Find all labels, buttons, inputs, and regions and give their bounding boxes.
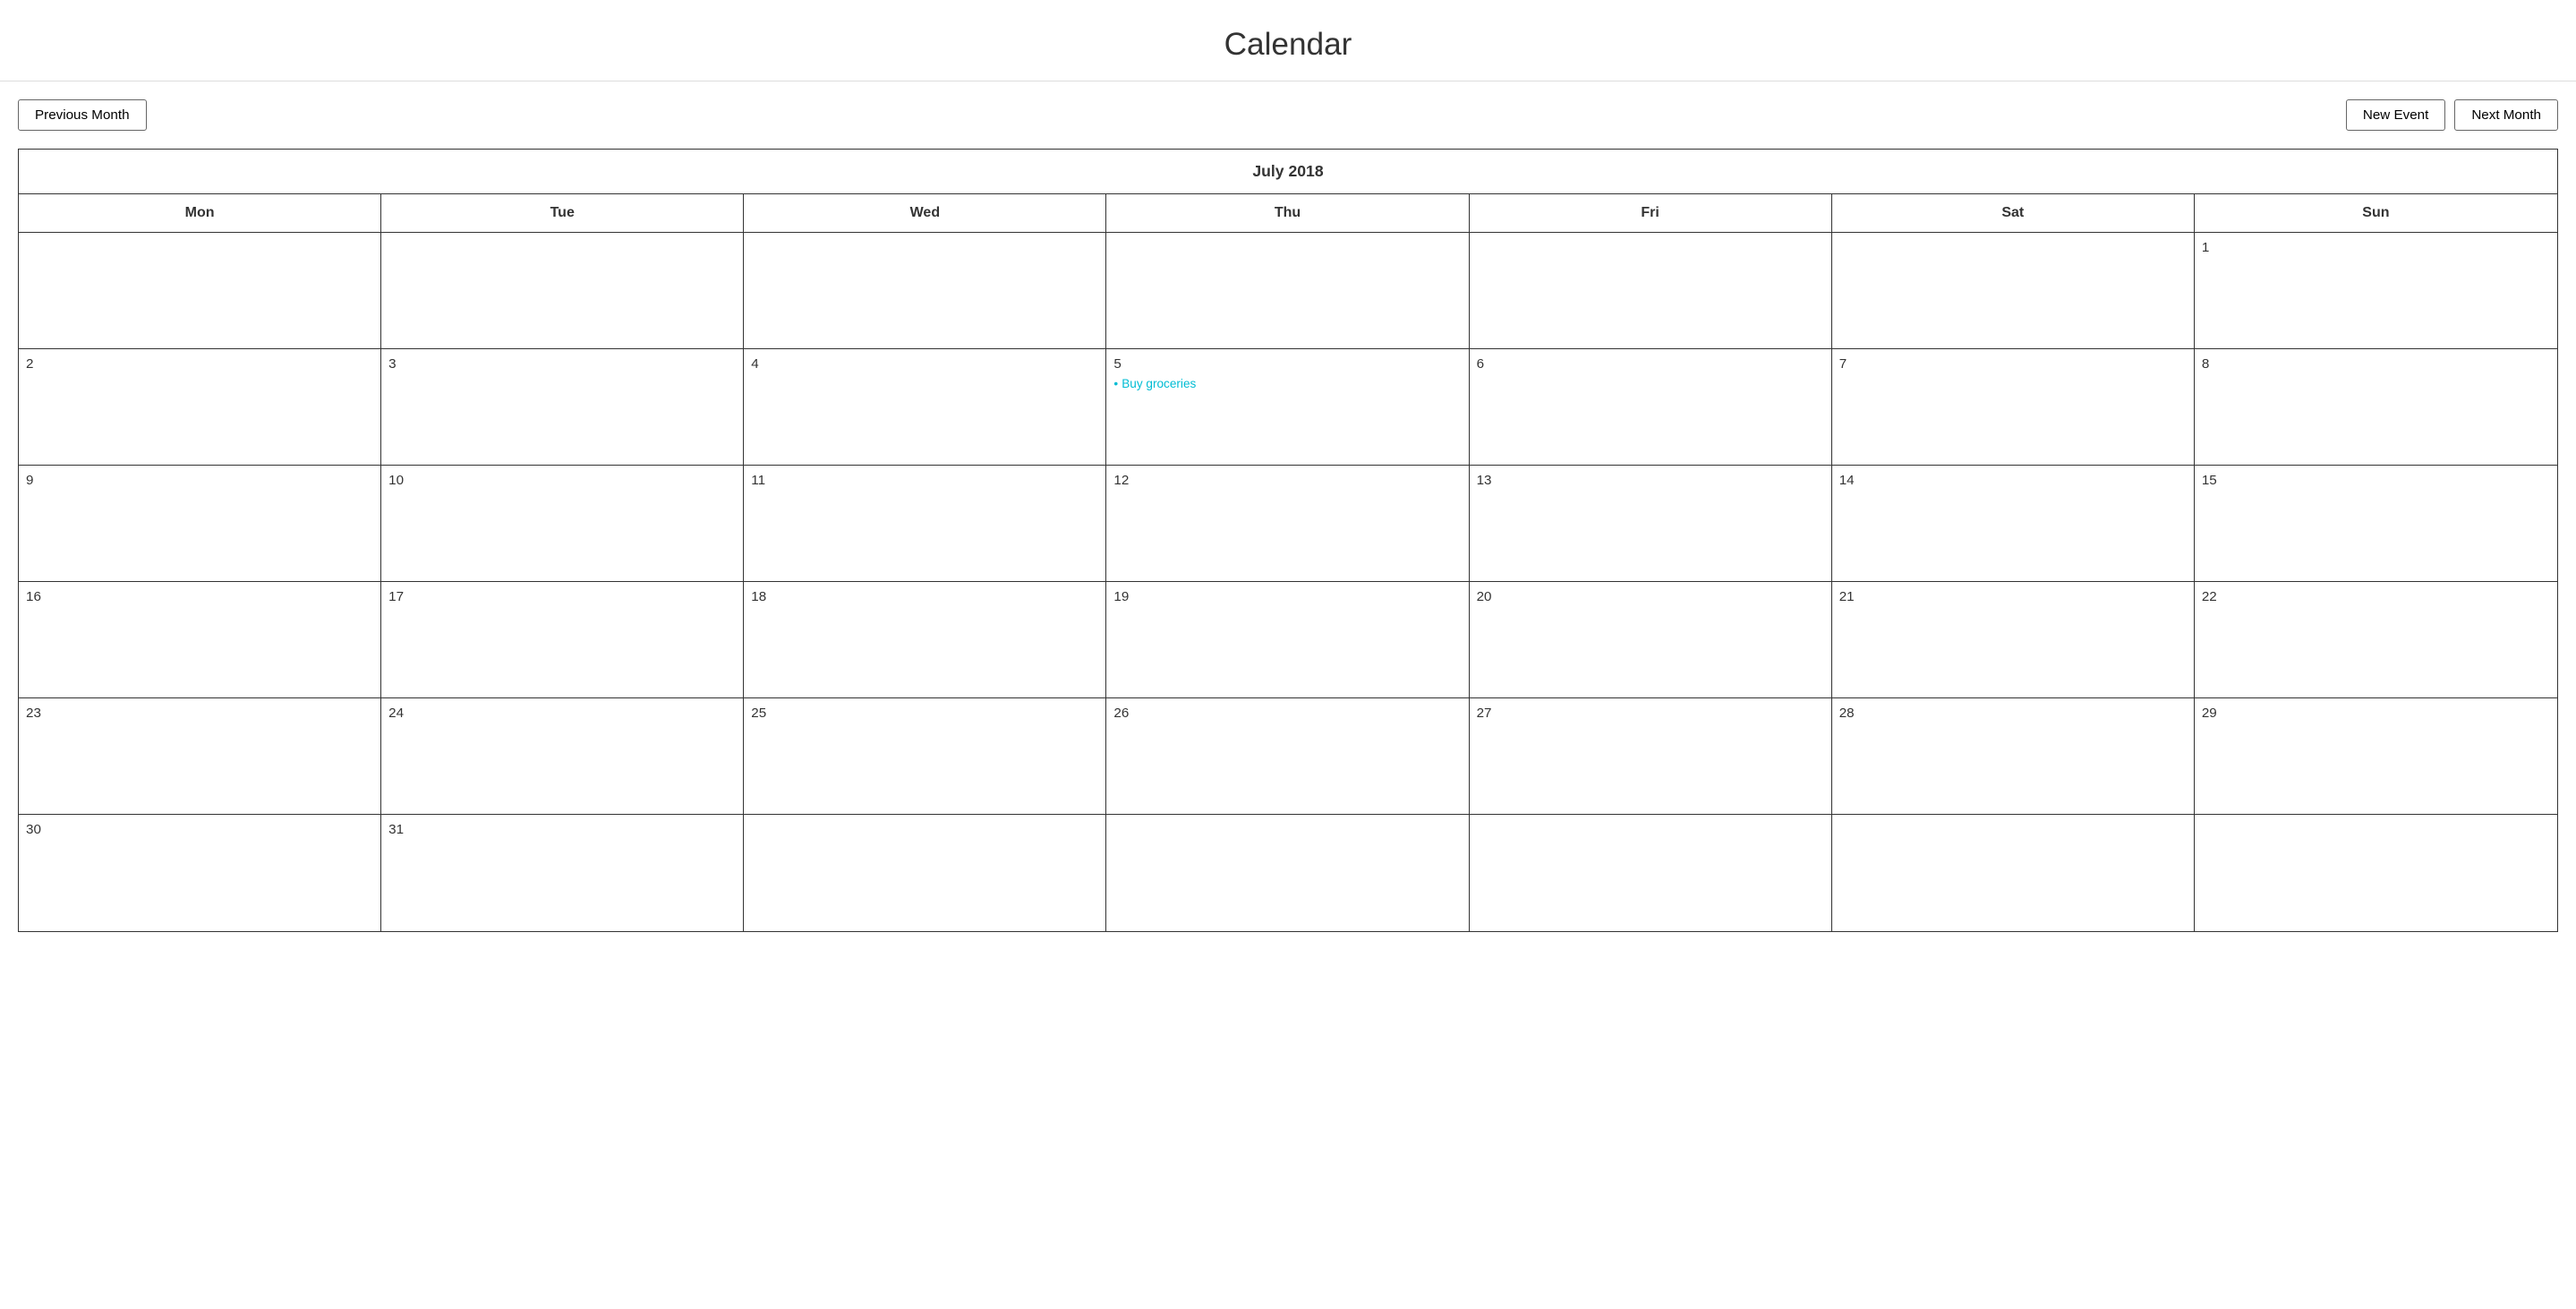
day-number: 30 [26, 822, 373, 837]
day-number: 21 [1839, 589, 2187, 604]
calendar-cell[interactable]: 2 [19, 349, 381, 466]
day-number: 4 [751, 356, 1098, 372]
calendar-cell[interactable] [1106, 233, 1469, 349]
calendar-cell[interactable]: 20 [1470, 582, 1832, 698]
calendar-cell[interactable] [1470, 233, 1832, 349]
calendar-cell[interactable] [1106, 815, 1469, 931]
calendar: July 2018 MonTueWedThuFriSatSun 12345Buy… [18, 149, 2558, 932]
calendar-grid: 12345Buy groceries6789101112131415161718… [19, 233, 2557, 931]
day-number: 12 [1113, 473, 1461, 488]
calendar-cell[interactable]: 26 [1106, 698, 1469, 815]
calendar-cell[interactable]: 11 [744, 466, 1106, 582]
calendar-cell[interactable]: 10 [381, 466, 744, 582]
calendar-cell[interactable]: 28 [1832, 698, 2195, 815]
calendar-cell[interactable]: 3 [381, 349, 744, 466]
day-name-sat: Sat [1832, 194, 2195, 232]
calendar-cell[interactable]: 18 [744, 582, 1106, 698]
calendar-cell[interactable]: 29 [2195, 698, 2557, 815]
calendar-cell[interactable]: 31 [381, 815, 744, 931]
calendar-cell[interactable]: 27 [1470, 698, 1832, 815]
calendar-cell[interactable]: 15 [2195, 466, 2557, 582]
calendar-cell[interactable] [2195, 815, 2557, 931]
day-number: 1 [2202, 240, 2550, 255]
day-number: 24 [388, 706, 736, 721]
day-number: 25 [751, 706, 1098, 721]
calendar-cell[interactable]: 14 [1832, 466, 2195, 582]
day-name-thu: Thu [1106, 194, 1469, 232]
calendar-cell[interactable] [1470, 815, 1832, 931]
day-name-fri: Fri [1470, 194, 1832, 232]
calendar-cell[interactable] [1832, 815, 2195, 931]
new-event-button[interactable]: New Event [2346, 99, 2445, 131]
day-number: 5 [1113, 356, 1461, 372]
day-number: 14 [1839, 473, 2187, 488]
day-number: 19 [1113, 589, 1461, 604]
calendar-cell[interactable]: 4 [744, 349, 1106, 466]
calendar-cell[interactable]: 17 [381, 582, 744, 698]
calendar-cell[interactable] [744, 233, 1106, 349]
calendar-cell[interactable] [1832, 233, 2195, 349]
calendar-cell[interactable]: 12 [1106, 466, 1469, 582]
day-number: 2 [26, 356, 373, 372]
calendar-cell[interactable]: 21 [1832, 582, 2195, 698]
day-number: 3 [388, 356, 736, 372]
calendar-cell[interactable]: 24 [381, 698, 744, 815]
calendar-cell[interactable] [19, 233, 381, 349]
calendar-cell[interactable]: 25 [744, 698, 1106, 815]
calendar-month-header: July 2018 [19, 150, 2557, 194]
calendar-cell[interactable]: 13 [1470, 466, 1832, 582]
event-item[interactable]: Buy groceries [1113, 377, 1461, 390]
day-number: 6 [1477, 356, 1824, 372]
calendar-cell[interactable]: 16 [19, 582, 381, 698]
day-number: 9 [26, 473, 373, 488]
day-number: 23 [26, 706, 373, 721]
day-name-wed: Wed [744, 194, 1106, 232]
day-number: 22 [2202, 589, 2550, 604]
calendar-cell[interactable]: 1 [2195, 233, 2557, 349]
toolbar: Previous Month New Event Next Month [0, 99, 2576, 149]
day-number: 28 [1839, 706, 2187, 721]
day-number: 7 [1839, 356, 2187, 372]
day-name-mon: Mon [19, 194, 381, 232]
toolbar-right: New Event Next Month [2346, 99, 2558, 131]
day-number: 15 [2202, 473, 2550, 488]
day-number: 10 [388, 473, 736, 488]
day-number: 18 [751, 589, 1098, 604]
page-title: Calendar [0, 0, 2576, 81]
day-number: 26 [1113, 706, 1461, 721]
calendar-cell[interactable]: 9 [19, 466, 381, 582]
day-number: 16 [26, 589, 373, 604]
day-number: 8 [2202, 356, 2550, 372]
calendar-cell[interactable]: 7 [1832, 349, 2195, 466]
day-name-sun: Sun [2195, 194, 2557, 232]
calendar-cell[interactable]: 22 [2195, 582, 2557, 698]
day-number: 29 [2202, 706, 2550, 721]
calendar-days-header: MonTueWedThuFriSatSun [19, 194, 2557, 233]
next-month-button[interactable]: Next Month [2454, 99, 2558, 131]
calendar-cell[interactable] [381, 233, 744, 349]
calendar-cell[interactable]: 6 [1470, 349, 1832, 466]
prev-month-button[interactable]: Previous Month [18, 99, 147, 131]
day-number: 13 [1477, 473, 1824, 488]
calendar-cell[interactable] [744, 815, 1106, 931]
day-number: 17 [388, 589, 736, 604]
day-number: 11 [751, 473, 1098, 488]
calendar-cell[interactable]: 5 Buy groceries [1106, 349, 1469, 466]
calendar-cell[interactable]: 8 [2195, 349, 2557, 466]
day-number: 27 [1477, 706, 1824, 721]
day-name-tue: Tue [381, 194, 744, 232]
calendar-cell[interactable]: 23 [19, 698, 381, 815]
day-number: 31 [388, 822, 736, 837]
day-number: 20 [1477, 589, 1824, 604]
calendar-cell[interactable]: 19 [1106, 582, 1469, 698]
calendar-cell[interactable]: 30 [19, 815, 381, 931]
